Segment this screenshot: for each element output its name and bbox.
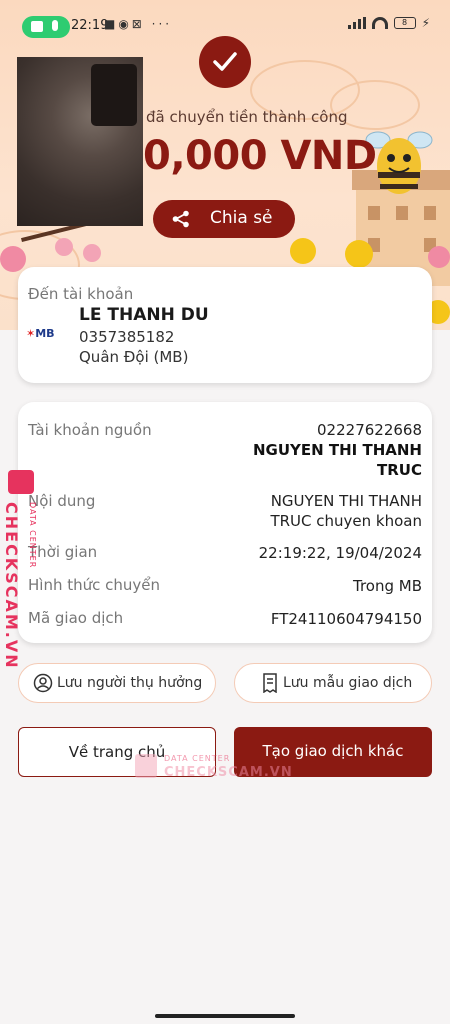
transfer-amount: 0,000 VND: [143, 133, 377, 179]
time-value: 22:19:22, 19/04/2024: [258, 544, 422, 562]
apricot-flower-decoration: [345, 240, 373, 268]
microphone-icon: [52, 20, 58, 31]
receipt-icon: [263, 673, 277, 693]
recipient-bank: Quân Đội (MB): [79, 348, 189, 366]
watermark-brand: CHECKSCAM.VN: [2, 502, 21, 670]
blossom-decoration: [0, 246, 26, 272]
charging-icon: ⚡: [421, 16, 430, 30]
status-time: 22:19: [71, 18, 109, 33]
transaction-id-value: FT24110604794150: [270, 610, 422, 628]
watermark-tag: DATA CENTER: [164, 754, 231, 763]
recipient-label: Đến tài khoản: [28, 285, 134, 303]
camera-icon: [31, 21, 43, 32]
notification-icons: ■◉⊠ ···: [104, 17, 173, 31]
save-beneficiary-label: Lưu người thụ hưởng: [57, 675, 203, 691]
success-check-icon: [199, 36, 251, 88]
recording-indicator: [22, 16, 70, 38]
method-value: Trong MB: [352, 577, 422, 595]
save-beneficiary-button[interactable]: Lưu người thụ hưởng: [18, 663, 216, 703]
save-template-label: Lưu mẫu giao dịch: [283, 675, 413, 691]
lock-icon: [135, 754, 157, 778]
source-account-label: Tài khoản nguồn: [28, 421, 152, 439]
recipient-account-number: 0357385182: [79, 328, 175, 346]
user-icon: [33, 673, 53, 693]
blossom-decoration: [428, 246, 450, 268]
camera-overlay-photo: [17, 57, 143, 226]
checkscam-watermark: CHECKSCAM.VN DATA CENTER: [2, 466, 48, 670]
wifi-icon: [371, 17, 388, 29]
battery-icon: 8: [393, 17, 416, 29]
success-message: đã chuyển tiền thành công: [146, 108, 348, 126]
blossom-decoration: [83, 244, 101, 262]
lock-icon: [8, 470, 34, 494]
content-value: NGUYEN THI THANH TRUC chuyen khoan: [270, 492, 422, 530]
recipient-card: Đến tài khoản ✶MB LE THANH DU 0357385182…: [18, 267, 432, 383]
checkscam-watermark-center: DATA CENTER CHECKSCAM.VN: [135, 752, 292, 784]
share-button[interactable]: Chia sẻ: [153, 200, 295, 238]
signal-icon: [347, 17, 366, 29]
share-icon: [172, 210, 189, 228]
mb-bank-logo: ✶MB: [26, 327, 55, 340]
save-template-button[interactable]: Lưu mẫu giao dịch: [234, 663, 432, 703]
share-label: Chia sẻ: [210, 208, 273, 228]
blossom-decoration: [55, 238, 73, 256]
source-account-value: 02227622668 NGUYEN THI THANH TRUC: [252, 421, 422, 479]
watermark-tag: DATA CENTER: [28, 502, 37, 569]
transaction-details-card: Tài khoản nguồn 02227622668 NGUYEN THI T…: [18, 402, 432, 643]
apricot-flower-decoration: [290, 238, 316, 264]
gesture-bar[interactable]: [155, 1014, 295, 1018]
recipient-name: LE THANH DU: [79, 305, 209, 325]
watermark-brand: CHECKSCAM.VN: [164, 765, 293, 780]
